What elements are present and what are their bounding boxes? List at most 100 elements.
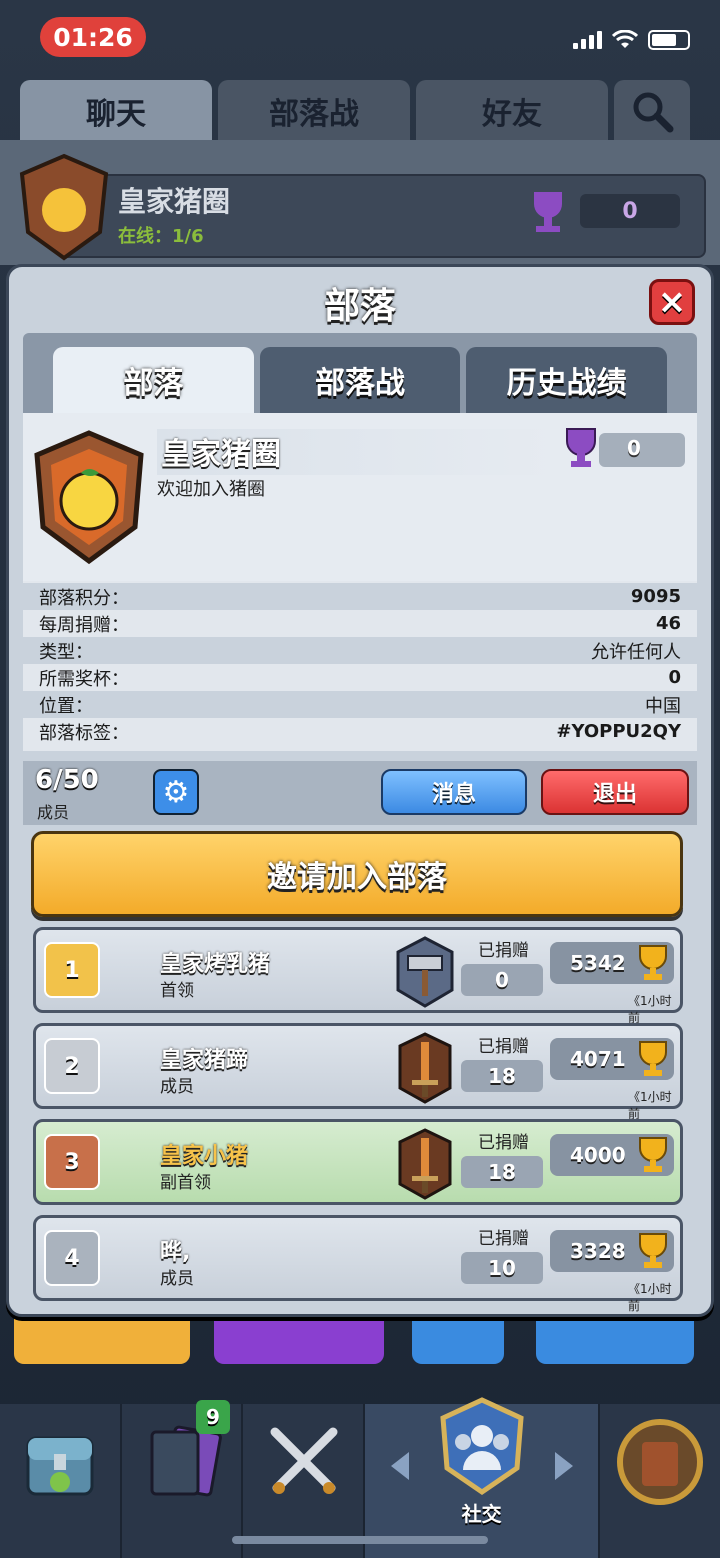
nav-social[interactable]: 社交 (364, 1397, 601, 1558)
trophy-icon (639, 1137, 667, 1172)
stat-value: 9095 (630, 586, 681, 607)
stat-label: 所需奖杯： (39, 668, 129, 690)
social-label: 社交 (461, 1502, 502, 1526)
status-icons (573, 30, 690, 50)
member-name: 晔, (160, 1240, 191, 1265)
signal-icon (573, 31, 602, 49)
bg-button-blue (412, 1312, 504, 1364)
background-clan-name: 皇家猪圈 (118, 185, 231, 218)
sword-league-icon (398, 1032, 452, 1104)
stat-label: 部落标签： (39, 722, 129, 744)
tab-clan[interactable]: 部落 (53, 347, 254, 413)
battery-icon (648, 30, 690, 50)
tab-clan-war-inner[interactable]: 部落战 (259, 347, 461, 413)
trophy-icon (639, 1041, 667, 1076)
stat-label: 每周捐赠： (39, 614, 129, 636)
donated-label: 已捐赠 (478, 1133, 529, 1153)
clan-name: 皇家猪圈 (157, 429, 557, 475)
leave-button[interactable]: 退出 (541, 769, 689, 815)
close-button[interactable]: × (649, 279, 695, 325)
donated-value: 18 (461, 1060, 543, 1092)
clan-trophies-box: 0 (599, 433, 685, 467)
member-role: 首领 (160, 981, 194, 1001)
stat-value: 中国 (645, 695, 681, 717)
member-row[interactable]: 1 皇家烤乳猪 首领 已捐赠 0 5342 《1小时前 (33, 927, 683, 1025)
member-count: 6/50 (35, 765, 99, 795)
member-name: 皇家猪蹄 (160, 1048, 249, 1073)
top-tabs: 聊天 部落战 好友 (20, 80, 692, 142)
stat-value: #YOPPU2QY (556, 721, 681, 742)
background-buttons-row (0, 1312, 720, 1372)
stat-row: 部落积分： 9095 (23, 583, 697, 610)
stat-label: 类型： (39, 641, 93, 663)
member-row[interactable]: 4 晔, 成员 已捐赠 10 3328 《1小时前 (33, 1215, 683, 1313)
nav-shop[interactable] (0, 1404, 122, 1558)
background-clan-online: 在线：1/6 (118, 226, 204, 247)
donated-value: 10 (461, 1252, 543, 1284)
member-trophies-value: 3328 (570, 1239, 626, 1263)
last-seen: 《1小时前 (628, 1282, 672, 1313)
member-trophies: 3328 (550, 1230, 674, 1272)
search-button[interactable] (614, 80, 690, 142)
member-rank: 4 (44, 1230, 100, 1286)
donated-value: 0 (461, 964, 543, 996)
member-role: 成员 (160, 1077, 194, 1097)
member-role: 副首领 (160, 1173, 211, 1193)
tab-clan-label: 部落 (123, 366, 184, 401)
member-name: 皇家小猪 (160, 1144, 249, 1169)
tab-clan-war[interactable]: 部落战 (218, 80, 410, 142)
clan-description: 欢迎加入猪圈 (157, 479, 265, 500)
last-seen: 《1小时前 (628, 1090, 672, 1121)
cards-count-badge: 9 (196, 1400, 230, 1434)
search-icon (633, 92, 674, 133)
stat-label: 位置： (39, 695, 93, 717)
gear-icon: ⚙ (162, 774, 190, 810)
clan-badge-icon (34, 430, 144, 565)
message-button[interactable]: 消息 (381, 769, 527, 815)
bg-button-blue-2 (536, 1312, 694, 1364)
chest-icon (26, 1436, 94, 1496)
cards-icon (150, 1425, 222, 1497)
member-rank: 3 (44, 1134, 100, 1190)
member-trophies: 5342 (550, 942, 674, 984)
status-time: 01:26 (40, 17, 146, 57)
donated-value: 18 (461, 1156, 543, 1188)
nav-battle[interactable] (243, 1404, 365, 1558)
member-row[interactable]: 2 皇家猪蹄 成员 已捐赠 18 4071 《1小时前 (33, 1023, 683, 1121)
clan-stats: 部落积分： 9095 每周捐赠： 46 类型： 允许任何人 所需奖杯： 0 位置： 中国 … (23, 581, 697, 751)
last-seen: 《1小时前 (628, 994, 672, 1025)
donated-label: 已捐赠 (478, 1037, 529, 1057)
bg-button-purple (214, 1312, 384, 1364)
stat-value: 0 (668, 667, 681, 688)
crossed-swords-icon (270, 1427, 338, 1494)
trophy-icon (534, 192, 562, 232)
stat-row: 每周捐赠： 46 (23, 610, 697, 637)
stat-row: 位置： 中国 (23, 691, 697, 718)
home-indicator[interactable] (232, 1536, 488, 1544)
settings-button[interactable]: ⚙ (153, 769, 199, 815)
member-rank: 2 (44, 1038, 100, 1094)
clan-info-card: 皇家猪圈 欢迎加入猪圈 0 (23, 413, 697, 581)
stat-value: 允许任何人 (591, 641, 681, 663)
member-trophies-value: 4071 (570, 1047, 626, 1071)
chevron-right-icon[interactable] (549, 1450, 577, 1482)
laurel-icon (617, 1419, 704, 1505)
clan-badge-icon (19, 153, 109, 261)
clan-trophies: 0 (627, 436, 641, 460)
member-role: 成员 (160, 1269, 194, 1289)
background-clan-trophies: 0 (580, 194, 680, 228)
stat-row: 类型： 允许任何人 (23, 637, 697, 664)
hammer-league-icon (396, 936, 454, 1008)
tab-chat[interactable]: 聊天 (20, 80, 212, 142)
tab-friends[interactable]: 好友 (416, 80, 608, 142)
nav-events[interactable] (600, 1404, 720, 1558)
member-row[interactable]: 3 皇家小猪 副首领 已捐赠 18 4000 (33, 1119, 683, 1205)
tab-history[interactable]: 历史战绩 (466, 347, 668, 413)
stat-row: 所需奖杯： 0 (23, 664, 697, 691)
chevron-left-icon[interactable] (387, 1450, 415, 1482)
member-count-label: 成员 (37, 803, 70, 822)
screen: 01:26 聊天 部落战 好友 皇家猪圈 在线：1/6 0 部落 × 部落 部落… (0, 0, 720, 1558)
donated-label: 已捐赠 (478, 1229, 529, 1249)
invite-button[interactable]: 邀请加入部落 (31, 831, 683, 917)
stat-label: 部落积分： (39, 587, 129, 609)
